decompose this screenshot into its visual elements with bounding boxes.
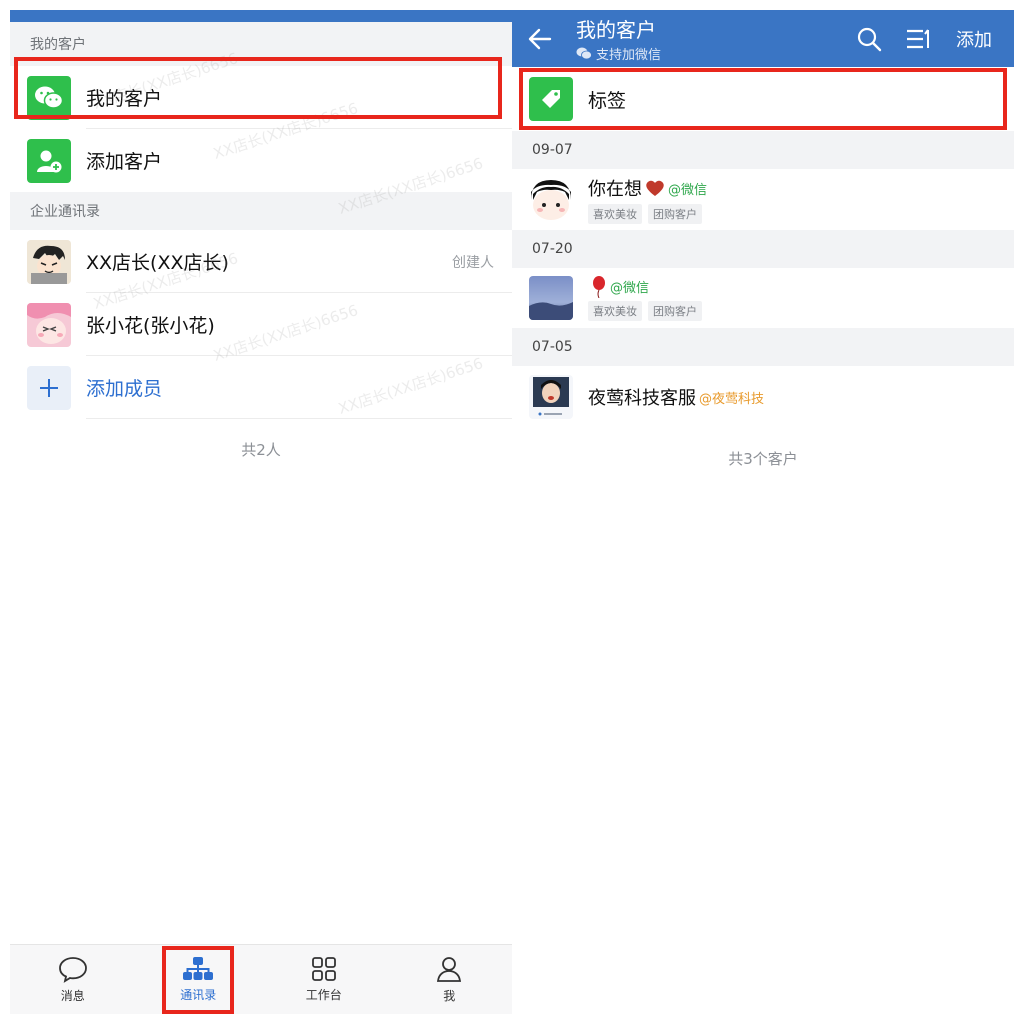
screenshot-stage: 我的客户 我的客户 添加客户 企业通讯录 XX店长(XX店长) 创建人 张小花(…: [0, 0, 1024, 1024]
tag-chips: 喜欢美妆 团购客户: [588, 204, 707, 224]
filter-sort-button[interactable]: [894, 10, 944, 67]
customer-name: 你在想: [588, 179, 642, 200]
customer-name-line: 你在想 @微信: [588, 175, 707, 201]
bottom-tab-bar: 消息 通讯录 工作台 我: [10, 944, 512, 1014]
add-button[interactable]: 添加: [944, 26, 1014, 52]
tag-chip: 团购客户: [648, 300, 702, 321]
subtitle-text: 支持加微信: [596, 48, 662, 63]
search-button[interactable]: [844, 10, 894, 67]
heart-emoji-icon: [646, 180, 664, 196]
customer-row[interactable]: 你在想 @微信 喜欢美妆 团购客户: [512, 169, 1014, 230]
customer-row[interactable]: 夜莺科技客服 @夜莺科技: [512, 366, 1014, 428]
date-header: 07-20: [512, 230, 1014, 268]
member-row[interactable]: 张小花(张小花): [10, 293, 512, 356]
tag-item[interactable]: 标签: [512, 67, 1014, 131]
add-member-label: 添加成员: [86, 378, 163, 400]
tab-label: 我: [443, 989, 456, 1003]
tag-chips: 喜欢美妆 团购客户: [588, 300, 702, 321]
wechat-icon: [27, 75, 71, 120]
nav-bar: 我的客户 支持加微信 添加: [512, 10, 1014, 67]
customer-source: @微信: [610, 281, 650, 296]
avatar: [529, 375, 573, 419]
customer-source: @微信: [668, 182, 708, 198]
sort-list-icon: [907, 28, 929, 48]
my-customers-label: 我的客户: [86, 88, 163, 110]
avatar: [27, 302, 71, 347]
member-role-badge: 创建人: [452, 254, 494, 271]
customer-info: 夜莺科技客服 @夜莺科技: [588, 384, 764, 410]
chat-bubble-icon: [58, 957, 87, 983]
tab-messages[interactable]: 消息: [10, 945, 136, 1014]
nav-title-group: 我的客户 支持加微信: [576, 14, 661, 63]
arrow-left-icon: [528, 28, 552, 49]
tab-label: 消息: [60, 989, 85, 1003]
customer-name: 夜莺科技客服: [588, 388, 696, 409]
my-customers-panel: 我的客户 支持加微信 添加 标签 09-07 你在想 @微信 喜欢美妆 团购客户…: [512, 10, 1014, 1014]
nav-actions: 添加: [844, 10, 1014, 67]
add-customer-item[interactable]: 添加客户: [10, 129, 512, 192]
tag-chip: 喜欢美妆: [588, 204, 642, 224]
tab-label: 工作台: [305, 988, 342, 1002]
search-icon: [857, 27, 882, 51]
tag-chip: 喜欢美妆: [588, 300, 642, 321]
page-title: 我的客户: [576, 18, 656, 42]
tab-workbench[interactable]: 工作台: [261, 945, 387, 1014]
tab-me[interactable]: 我: [387, 945, 513, 1014]
customer-name-line: 夜莺科技客服 @夜莺科技: [588, 384, 764, 410]
section-header-my-customers: 我的客户: [10, 22, 512, 66]
tab-contacts[interactable]: 通讯录: [136, 945, 262, 1014]
date-header: 07-05: [512, 328, 1014, 366]
avatar: [529, 177, 573, 222]
customer-info: @微信 喜欢美妆 团购客户: [588, 275, 702, 321]
person-icon: [437, 957, 462, 982]
customer-name-line: @微信: [588, 275, 702, 298]
avatar: [529, 276, 573, 320]
section-header-directory: 企业通讯录: [10, 192, 512, 230]
customer-info: 你在想 @微信 喜欢美妆 团购客户: [588, 175, 707, 224]
member-row[interactable]: XX店长(XX店长) 创建人: [10, 230, 512, 293]
grid-apps-icon: [311, 957, 336, 981]
wechat-icon: [576, 47, 592, 60]
balloon-emoji-icon: [593, 275, 605, 298]
plus-icon: [27, 365, 71, 410]
date-header: 09-07: [512, 131, 1014, 169]
customer-count: 共3个客户: [728, 450, 798, 468]
add-member-item[interactable]: 添加成员: [10, 356, 512, 419]
divider: [86, 418, 512, 419]
member-name: 张小花(张小花): [86, 315, 215, 337]
member-name: XX店长(XX店长): [86, 252, 229, 274]
status-bar-strip: [10, 10, 512, 22]
tag-icon: [529, 77, 573, 121]
my-customers-item[interactable]: 我的客户: [10, 66, 512, 129]
org-chart-icon: [183, 957, 214, 980]
tag-label: 标签: [588, 89, 627, 112]
add-person-icon: [27, 138, 71, 183]
customer-source: @夜莺科技: [699, 391, 765, 407]
back-button[interactable]: [518, 10, 562, 67]
contacts-panel: 我的客户 我的客户 添加客户 企业通讯录 XX店长(XX店长) 创建人 张小花(…: [10, 10, 512, 1014]
page-subtitle: 支持加微信: [576, 44, 661, 63]
tag-chip: 团购客户: [648, 204, 702, 224]
customer-row[interactable]: @微信 喜欢美妆 团购客户: [512, 268, 1014, 328]
avatar: [27, 239, 71, 284]
tab-label: 通讯录: [180, 988, 217, 1002]
add-customer-label: 添加客户: [86, 151, 163, 173]
member-count: 共2人: [241, 441, 281, 459]
